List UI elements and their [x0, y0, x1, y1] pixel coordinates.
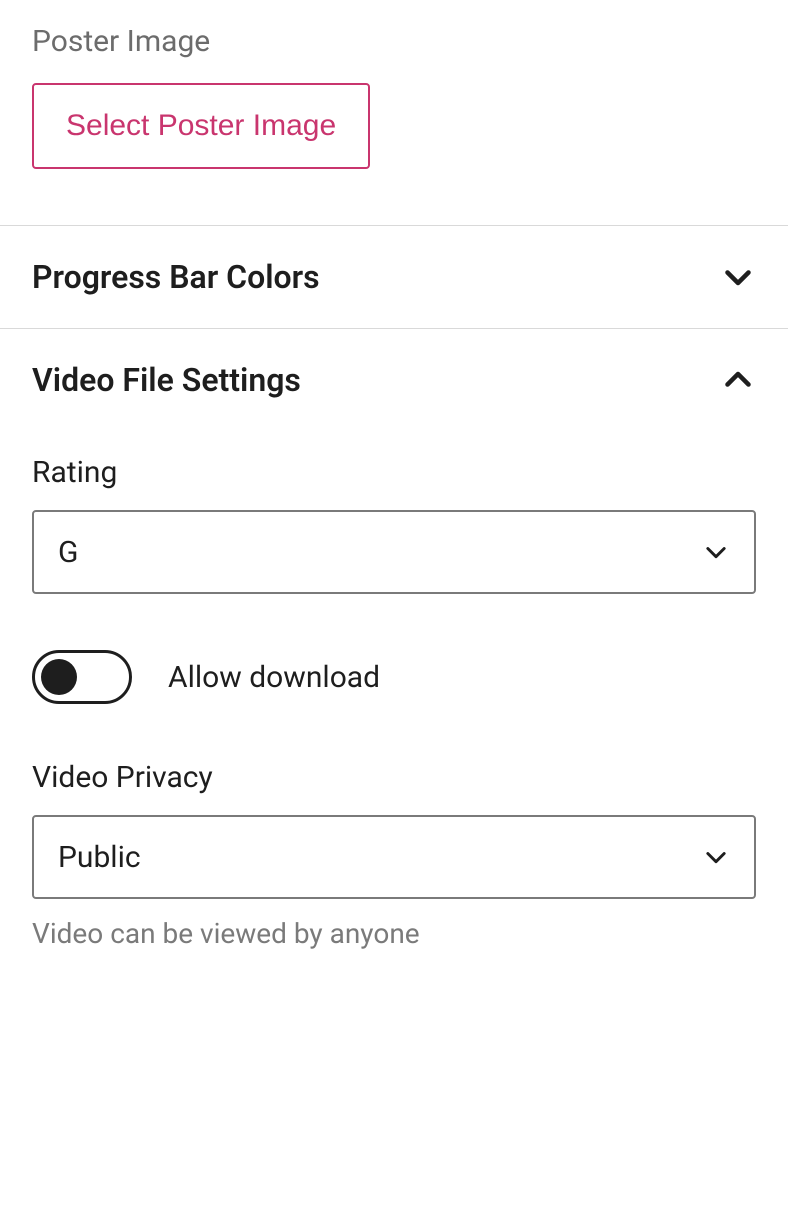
poster-image-section: Poster Image Select Poster Image	[0, 0, 788, 225]
accordion-title-progress-bar-colors: Progress Bar Colors	[32, 258, 320, 296]
video-privacy-label: Video Privacy	[32, 760, 756, 795]
rating-select-value: G	[58, 535, 702, 570]
chevron-down-icon	[702, 538, 730, 566]
video-privacy-select[interactable]: Public	[32, 815, 756, 899]
chevron-down-icon	[702, 843, 730, 871]
video-privacy-select-value: Public	[58, 840, 702, 875]
chevron-up-icon	[720, 362, 756, 398]
chevron-down-icon	[720, 259, 756, 295]
accordion-video-file-settings[interactable]: Video File Settings	[0, 329, 788, 431]
video-privacy-help-text: Video can be viewed by anyone	[32, 917, 756, 950]
poster-image-heading: Poster Image	[32, 24, 756, 59]
accordion-title-video-file-settings: Video File Settings	[32, 361, 301, 399]
select-poster-image-button[interactable]: Select Poster Image	[32, 83, 370, 169]
allow-download-row: Allow download	[32, 650, 756, 704]
allow-download-toggle[interactable]	[32, 650, 132, 704]
toggle-knob	[41, 659, 77, 695]
video-file-settings-body: Rating G Allow download Video Privacy Pu…	[0, 431, 788, 982]
accordion-progress-bar-colors[interactable]: Progress Bar Colors	[0, 226, 788, 328]
rating-select[interactable]: G	[32, 510, 756, 594]
rating-label: Rating	[32, 455, 756, 490]
allow-download-label: Allow download	[168, 660, 380, 695]
